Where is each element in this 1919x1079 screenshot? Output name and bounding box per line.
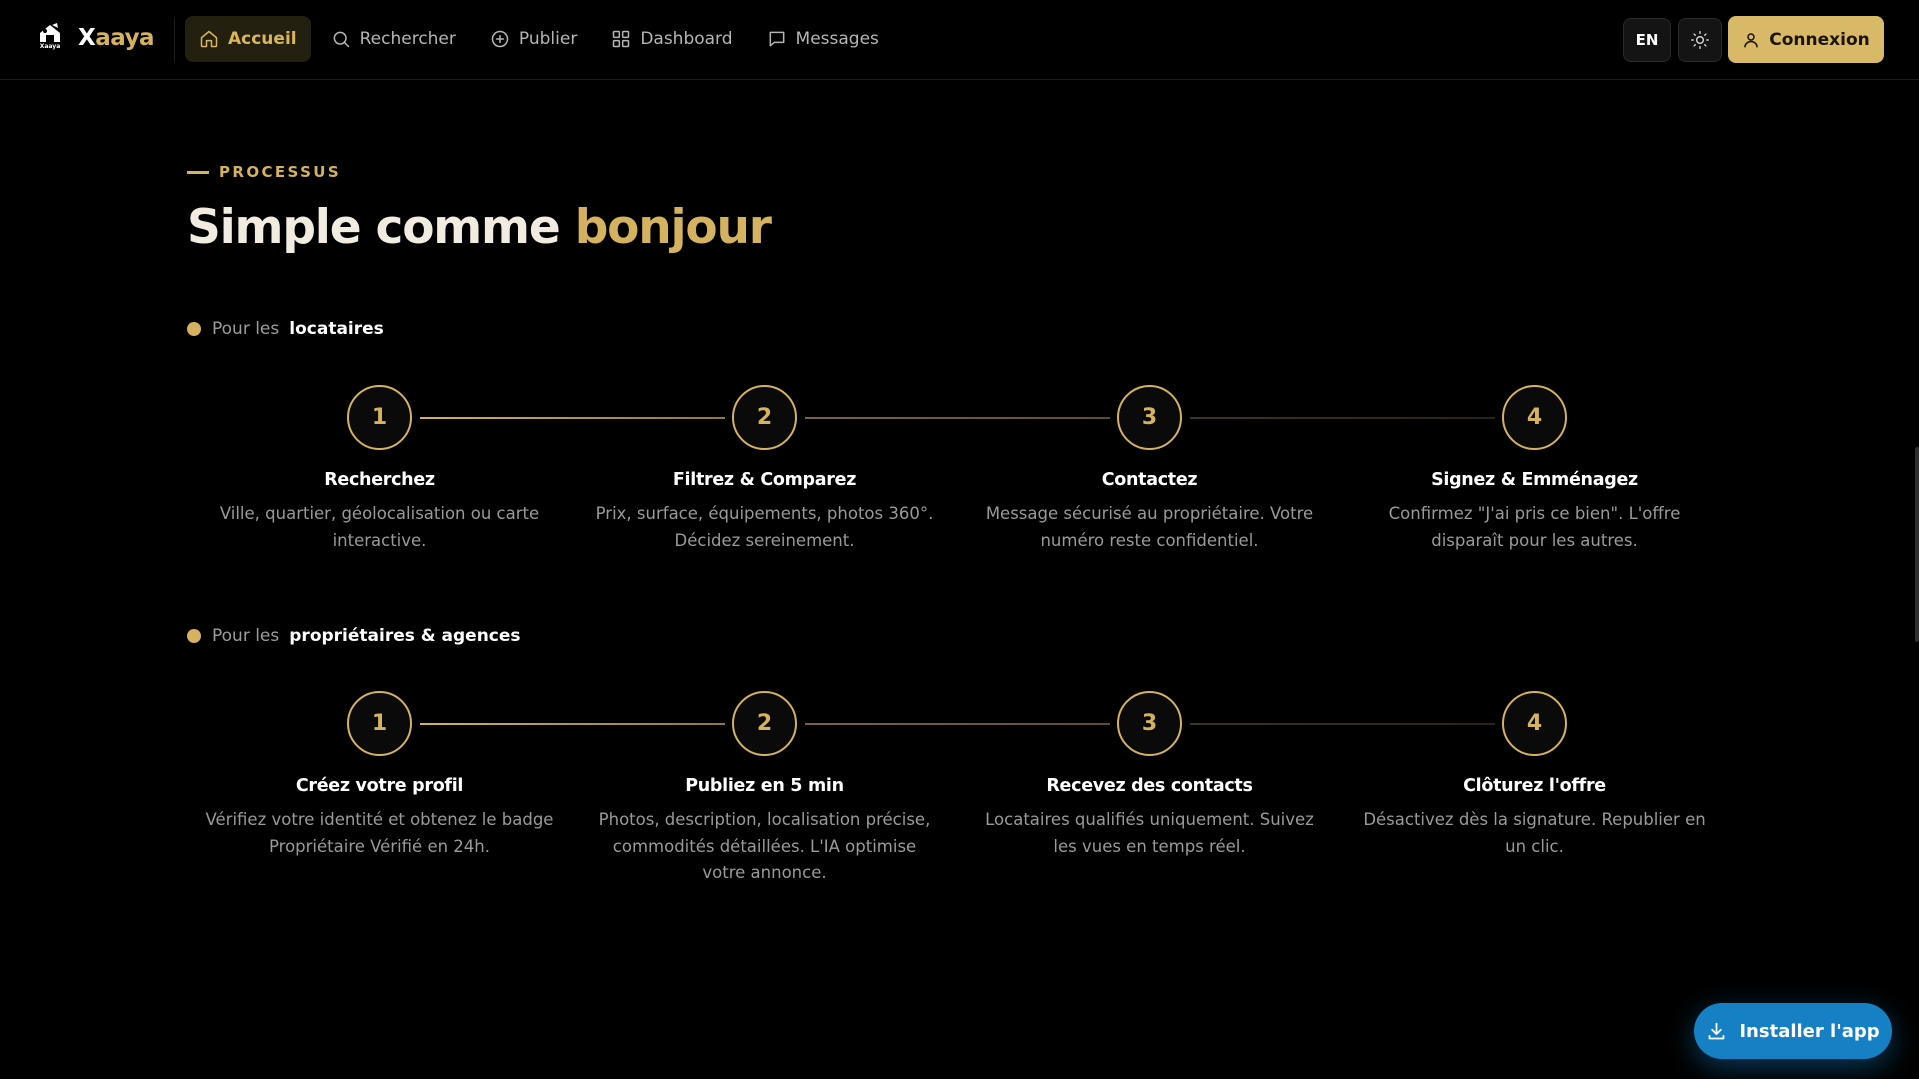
nav-dashboard[interactable]: Dashboard <box>597 16 746 62</box>
grid-icon <box>613 30 630 48</box>
step-title: Créez votre profil <box>295 776 464 796</box>
login-label: Connexion <box>1769 29 1870 50</box>
step-number: 1 <box>347 385 412 450</box>
step-title: Recherchez <box>324 470 435 490</box>
step-description: Confirmez "J'ai pris ce bien". L'offre d… <box>1388 504 1681 550</box>
section-eyebrow: PROCESSUS <box>187 163 341 181</box>
step-description: Vérifiez votre identité et obtenez le ba… <box>205 810 554 856</box>
eyebrow-dash <box>187 170 209 174</box>
eyebrow-text: PROCESSUS <box>219 163 342 181</box>
step-card: 2 Filtrez & Comparez Prix, surface, équi… <box>572 385 957 554</box>
nav-messages[interactable]: Messages <box>753 16 893 62</box>
user-icon <box>1744 32 1759 47</box>
brand-name: Xaaya <box>78 25 155 51</box>
group-prefix: Pour les <box>212 626 280 646</box>
step-number: 4 <box>1502 691 1567 756</box>
steps-tenants: 1 Recherchez Ville, quartier, géolocalis… <box>187 385 1727 585</box>
step-description: Ville, quartier, géolocalisation ou cart… <box>219 504 540 550</box>
plus-circle-icon <box>491 30 509 48</box>
step-card: 3 Contactez Message sécurisé au propriét… <box>957 385 1342 554</box>
step-description: Désactivez dès la signature. Republier e… <box>1363 810 1706 856</box>
group-label-owners: Pour les propriétaires & agences <box>187 626 521 646</box>
step-title: Publiez en 5 min <box>685 776 844 796</box>
theme-toggle-button[interactable] <box>1678 18 1722 62</box>
home-icon <box>200 30 218 48</box>
step-number: 2 <box>732 691 797 756</box>
search-icon <box>333 31 349 48</box>
header-divider <box>174 18 175 62</box>
step-title: Filtrez & Comparez <box>672 470 857 490</box>
step-description: Message sécurisé au propriétaire. Votre … <box>985 504 1314 550</box>
bullet-dot <box>187 629 201 643</box>
bullet-dot <box>187 322 201 336</box>
nav-publier[interactable]: Publier <box>476 16 591 62</box>
step-card: 4 Clôturez l'offre Désactivez dès la sig… <box>1342 691 1727 860</box>
step-number: 3 <box>1117 691 1182 756</box>
step-description: Photos, description, localisation précis… <box>598 810 931 882</box>
step-number: 2 <box>732 385 797 450</box>
scrollbar-thumb[interactable] <box>1915 447 1919 642</box>
nav-accueil[interactable]: Accueil <box>185 16 311 62</box>
language-toggle-button[interactable]: EN <box>1623 18 1671 62</box>
nav-label-accueil: Accueil <box>228 29 297 49</box>
nav-label-rechercher: Rechercher <box>359 29 456 49</box>
sun-icon <box>1691 31 1709 49</box>
section-title: Simple comme bonjour <box>187 200 772 255</box>
logo-caption: Xaaya <box>39 43 61 50</box>
nav-label-publier: Publier <box>518 29 578 49</box>
step-card: 2 Publiez en 5 min Photos, description, … <box>572 691 957 887</box>
step-title: Recevez des contacts <box>1046 776 1253 796</box>
step-title: Contactez <box>1101 470 1198 490</box>
download-icon <box>1708 1022 1725 1039</box>
step-title: Signez & Emménagez <box>1431 470 1638 490</box>
main-nav: Accueil Rechercher Publier Dashboard Mes… <box>185 16 893 62</box>
step-card: 1 Créez votre profil Vérifiez votre iden… <box>187 691 572 860</box>
top-navbar: Xaaya Xaaya Accueil Rechercher Publier D… <box>0 0 1919 80</box>
step-card: 1 Recherchez Ville, quartier, géolocalis… <box>187 385 572 554</box>
step-card: 4 Signez & Emménagez Confirmez "J'ai pri… <box>1342 385 1727 554</box>
logo-icon: Xaaya <box>36 22 64 54</box>
step-number: 1 <box>347 691 412 756</box>
group-audience: propriétaires & agences <box>289 626 521 646</box>
step-number: 4 <box>1502 385 1567 450</box>
nav-rechercher[interactable]: Rechercher <box>317 16 470 62</box>
install-label: Installer l'app <box>1739 1020 1880 1042</box>
steps-owners: 1 Créez votre profil Vérifiez votre iden… <box>187 691 1727 891</box>
step-number: 3 <box>1117 385 1182 450</box>
nav-label-dashboard: Dashboard <box>640 29 733 49</box>
step-title: Clôturez l'offre <box>1463 776 1606 796</box>
login-button[interactable]: Connexion <box>1728 16 1884 63</box>
step-card: 3 Recevez des contacts Locataires qualif… <box>957 691 1342 860</box>
group-audience: locataires <box>289 319 384 339</box>
group-prefix: Pour les <box>212 319 280 339</box>
step-description: Prix, surface, équipements, photos 360°.… <box>595 504 934 550</box>
group-label-tenants: Pour les locataires <box>187 319 384 339</box>
brand[interactable]: Xaaya Xaaya <box>36 22 155 54</box>
nav-label-messages: Messages <box>795 29 879 49</box>
install-app-button[interactable]: Installer l'app <box>1694 1003 1892 1059</box>
message-icon <box>769 31 784 47</box>
step-description: Locataires qualifiés uniquement. Suivez … <box>985 810 1314 856</box>
